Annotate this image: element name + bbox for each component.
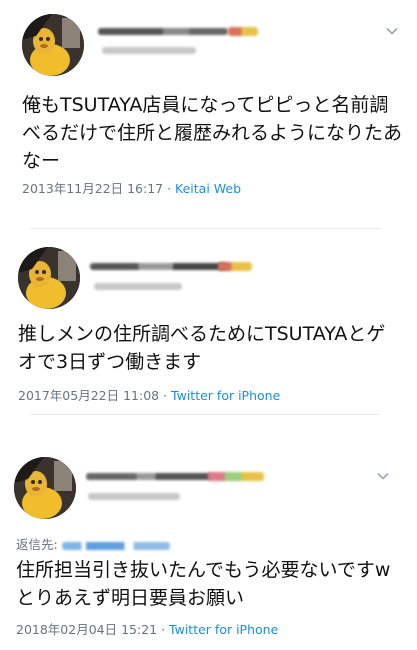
tweet-source[interactable]: Twitter for iPhone xyxy=(169,622,278,637)
tweet-timestamp[interactable]: 2017年05月22日 11:08 xyxy=(18,388,159,403)
avatar[interactable] xyxy=(18,247,80,309)
user-handle[interactable] xyxy=(94,283,182,290)
tweet-text: 俺もTSUTAYA店員になってピピっと名前調べるだけで住所と履歴みれるようになり… xyxy=(22,94,403,172)
tweet[interactable]: 推しメンの住所調べるためにTSUTAYAとゲオで3日ずつ働きます 2017年05… xyxy=(0,243,417,413)
tweet[interactable]: 返信先: 住所担当引き抜いたんでもう必要ないですwとりあえず明日要員お願い 20… xyxy=(0,455,417,650)
avatar[interactable] xyxy=(22,14,84,76)
display-name[interactable] xyxy=(86,473,212,480)
tweet-timestamp[interactable]: 2018年02月04日 15:21 xyxy=(16,622,157,637)
tweet-source[interactable]: Twitter for iPhone xyxy=(171,388,280,403)
tweet-meta: 2018年02月04日 15:21 · Twitter for iPhone xyxy=(16,619,278,638)
reply-handle[interactable] xyxy=(61,541,170,550)
chevron-down-icon[interactable] xyxy=(376,469,390,483)
reply-to: 返信先: xyxy=(16,534,170,553)
tweet-source[interactable]: Keitai Web xyxy=(175,181,241,196)
user-handle[interactable] xyxy=(102,47,196,54)
reply-label: 返信先: xyxy=(16,537,58,552)
meta-separator: · xyxy=(163,181,176,196)
tweet-text: 住所担当引き抜いたんでもう必要ないですwとりあえず明日要員お願い xyxy=(16,559,391,609)
tweet-text: 推しメンの住所調べるためにTSUTAYAとゲオで3日ずつ働きます xyxy=(18,323,386,373)
user-handle[interactable] xyxy=(88,493,180,500)
tweet-list: 俺もTSUTAYA店員になってピピっと名前調べるだけで住所と履歴みれるようになり… xyxy=(0,0,417,650)
avatar[interactable] xyxy=(14,457,76,519)
emoji-badge xyxy=(218,262,252,271)
divider xyxy=(30,414,380,415)
tweet-meta: 2017年05月22日 11:08 · Twitter for iPhone xyxy=(18,385,280,404)
emoji-badge xyxy=(208,472,264,481)
meta-separator: · xyxy=(159,388,172,403)
chevron-down-icon[interactable] xyxy=(385,24,399,38)
display-name[interactable] xyxy=(98,28,228,35)
tweet-timestamp[interactable]: 2013年11月22日 16:17 xyxy=(22,181,163,196)
emoji-badge xyxy=(228,27,258,36)
divider xyxy=(30,228,380,229)
display-name[interactable] xyxy=(90,263,228,270)
meta-separator: · xyxy=(157,622,170,637)
tweet-meta: 2013年11月22日 16:17 · Keitai Web xyxy=(22,178,241,197)
tweet[interactable]: 俺もTSUTAYA店員になってピピっと名前調べるだけで住所と履歴みれるようになり… xyxy=(0,0,417,225)
